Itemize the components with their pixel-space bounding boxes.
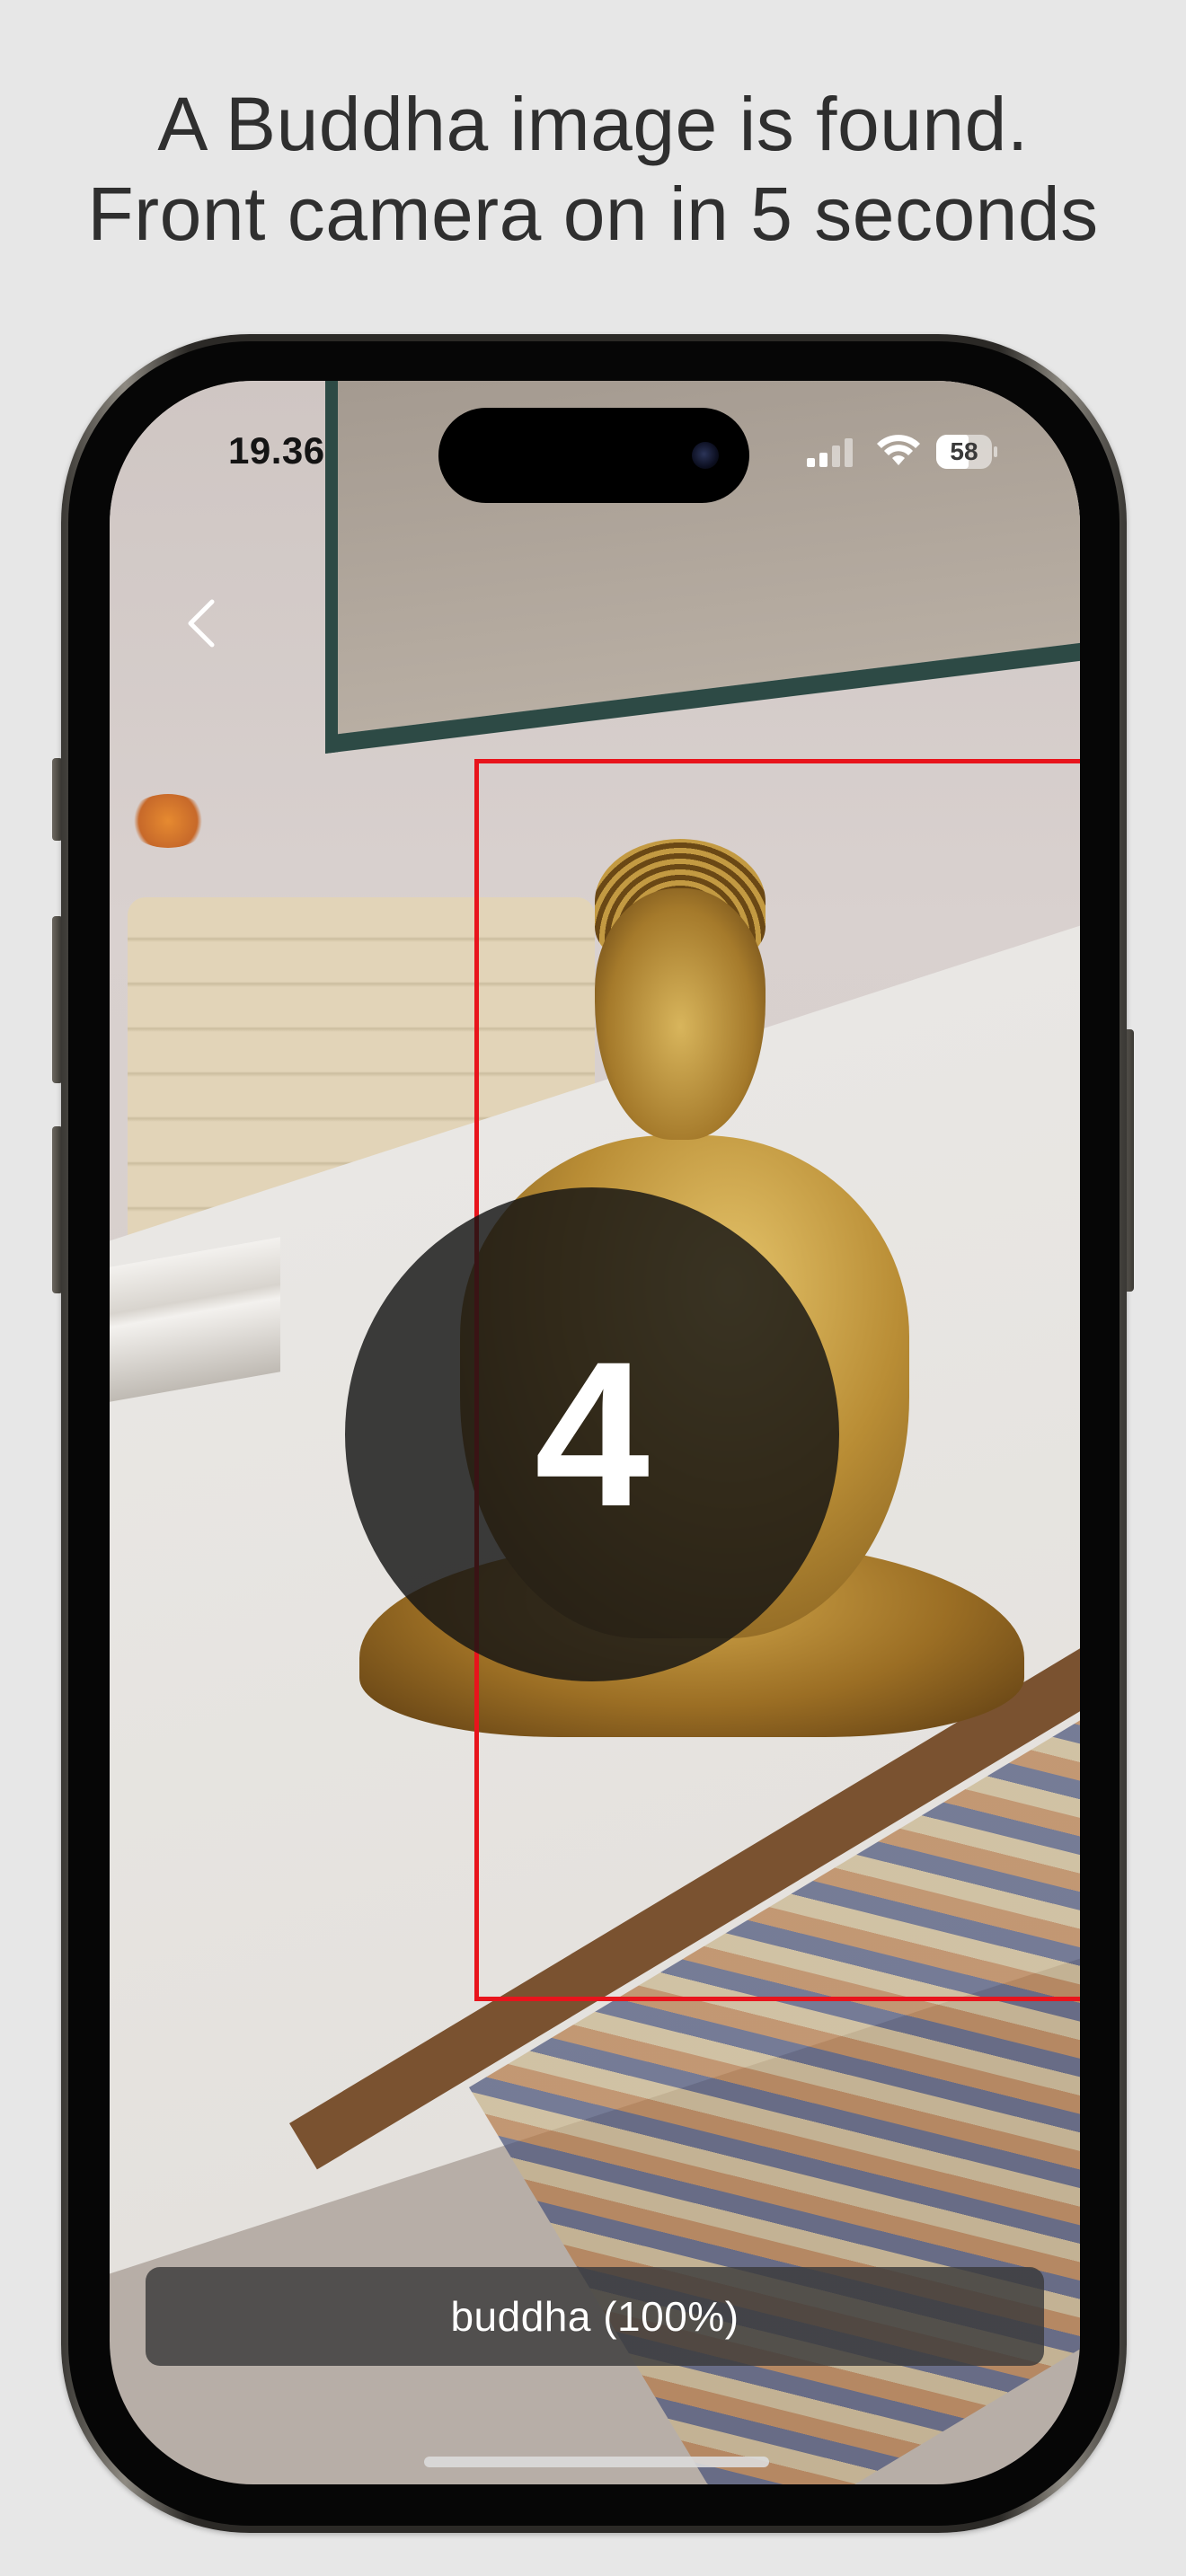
battery-level: 58 (950, 437, 978, 465)
chevron-left-icon (188, 599, 215, 648)
front-camera-lens (692, 442, 719, 469)
countdown-number: 4 (535, 1319, 650, 1549)
promo-caption: A Buddha image is found. Front camera on… (0, 79, 1186, 259)
detection-label-bar: buddha (100%) (146, 2267, 1044, 2366)
caption-line-1: A Buddha image is found. (157, 82, 1029, 166)
detection-label: buddha (100%) (450, 2293, 739, 2340)
status-time: 19.36 (228, 429, 325, 472)
dynamic-island (438, 408, 749, 503)
back-button[interactable] (169, 591, 234, 656)
countdown-overlay: 4 (345, 1187, 839, 1681)
home-indicator[interactable] (424, 2457, 769, 2467)
status-icons: 58 (807, 433, 1005, 472)
battery-icon: 58 (936, 435, 992, 469)
camera-screen: 19.36 58 4 buddha (100%) (110, 381, 1080, 2484)
caption-line-2: Front camera on in 5 seconds (87, 172, 1099, 256)
wifi-icon (877, 435, 920, 465)
signal-icon (807, 438, 857, 467)
